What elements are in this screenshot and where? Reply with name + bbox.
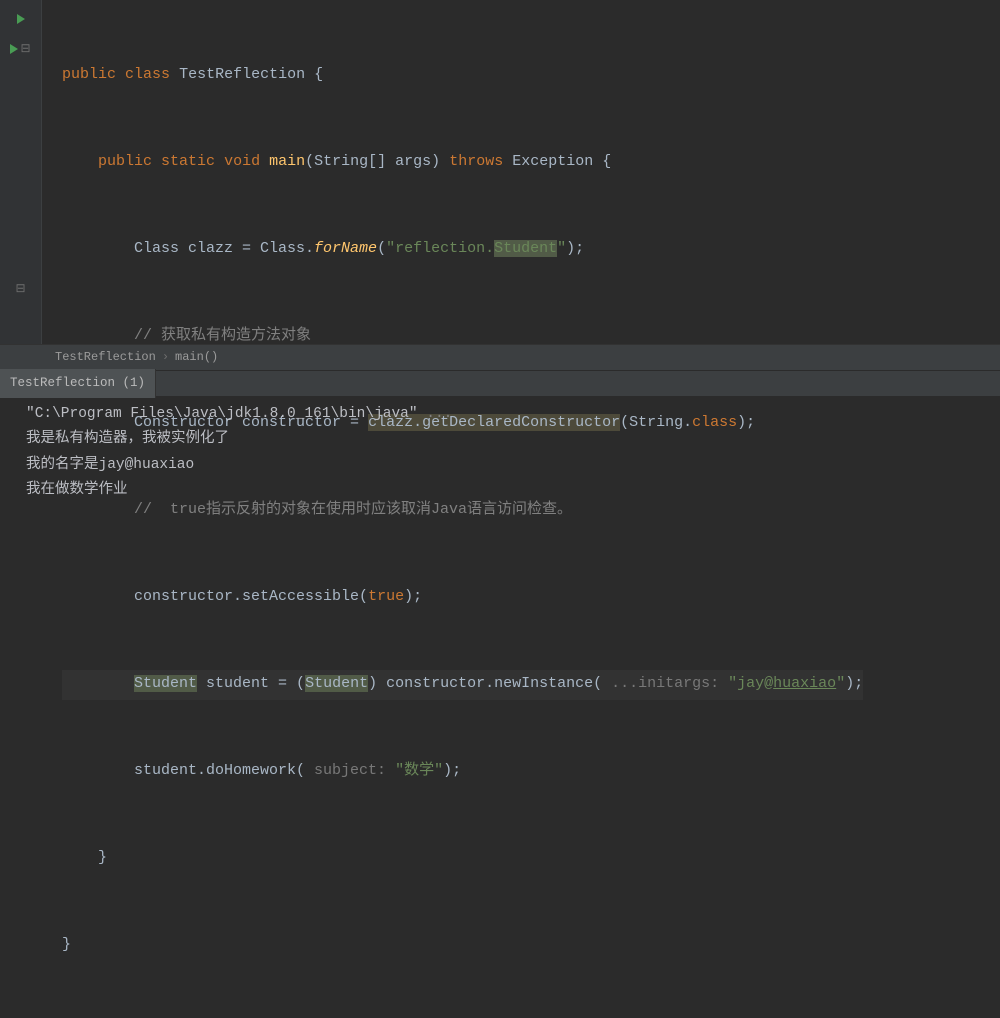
run-icon[interactable]	[17, 14, 25, 24]
code-content[interactable]: public class TestReflection { public sta…	[42, 0, 863, 344]
code-line: public class TestReflection {	[62, 61, 863, 91]
fold-icon[interactable]: ⊟	[20, 38, 32, 61]
console-line: "C:\Program Files\Java\jdk1.8.0_161\bin\…	[26, 406, 426, 422]
code-line: // true指示反射的对象在使用时应该取消Java语言访问检查。	[62, 496, 863, 526]
console-line: 我是私有构造器，我被实例化了	[26, 431, 229, 447]
run-tab[interactable]: TestReflection (1)	[0, 369, 156, 399]
code-line: }	[62, 931, 863, 961]
fold-end-icon[interactable]: ⊟	[15, 278, 27, 301]
run-icon[interactable]	[10, 44, 18, 54]
code-line: public static void main(String[] args) t…	[62, 148, 863, 178]
console-line: 我在做数学作业	[26, 482, 128, 498]
console-line-dim: ...	[426, 406, 452, 422]
gutter: ⊟ ⊟	[0, 0, 42, 344]
console-line: 我的名字是jay@huaxiao	[26, 457, 194, 473]
code-line: constructor.setAccessible(true);	[62, 583, 863, 613]
breadcrumb-item[interactable]: TestReflection	[55, 346, 156, 369]
code-line: Student student = (Student) constructor.…	[62, 670, 863, 700]
chevron-right-icon: ›	[162, 346, 169, 369]
code-line: Class clazz = Class.forName("reflection.…	[62, 235, 863, 265]
code-line: }	[62, 844, 863, 874]
code-line: student.doHomework( subject: "数学");	[62, 757, 863, 787]
code-editor[interactable]: ⊟ ⊟ public class TestReflection { public…	[0, 0, 1000, 344]
breadcrumb-item[interactable]: main()	[175, 346, 218, 369]
